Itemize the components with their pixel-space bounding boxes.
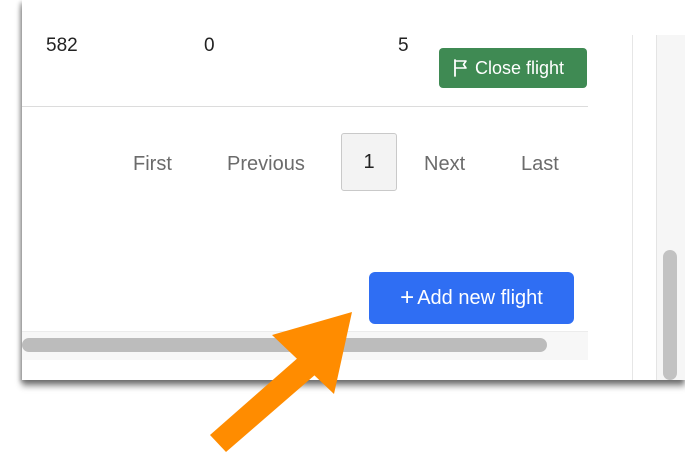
pagination-current-page[interactable]: 1 [341,133,397,191]
pagination-last[interactable]: Last [521,153,559,176]
app-window: 582 0 5 Close flight First Previous 1 Ne… [22,0,685,380]
add-new-flight-button[interactable]: + Add new flight [369,272,574,324]
flights-panel: 582 0 5 Close flight First Previous 1 Ne… [22,0,588,380]
plus-icon: + [400,284,415,311]
pagination-next[interactable]: Next [424,153,465,176]
close-flight-button[interactable]: Close flight [439,48,587,88]
close-flight-label: Close flight [475,57,565,78]
row-cell-1: 582 [46,35,78,56]
pagination-current-label: 1 [363,150,375,173]
add-new-flight-label: Add new flight [417,286,543,309]
pagination-first[interactable]: First [133,153,172,176]
row-cell-2: 0 [204,35,215,56]
flag-icon [454,59,467,77]
row-divider [22,106,588,107]
side-gap [588,0,632,380]
horizontal-scrollbar-thumb[interactable] [22,338,547,352]
row-cell-3: 5 [398,35,409,56]
pagination-previous[interactable]: Previous [227,153,305,176]
vertical-scrollbar-thumb[interactable] [663,250,677,380]
